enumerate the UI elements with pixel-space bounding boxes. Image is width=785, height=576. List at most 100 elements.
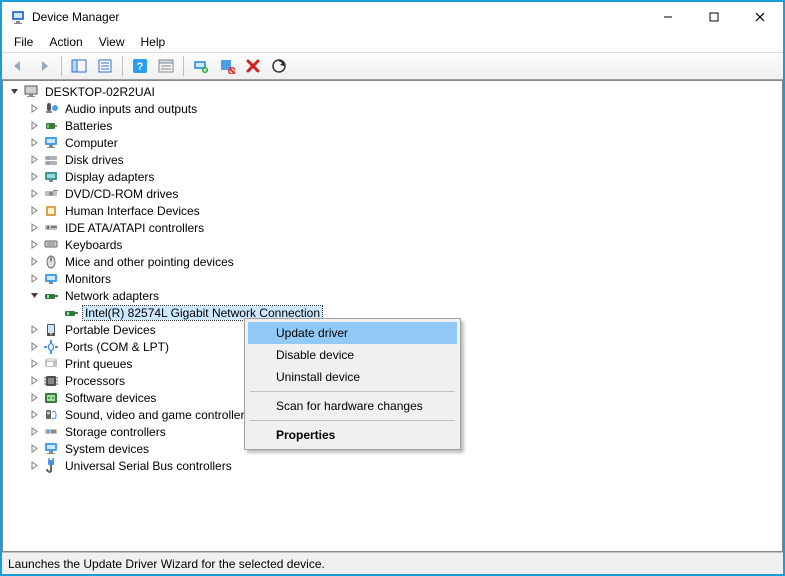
toolbar-separator [122, 56, 123, 76]
context-menu-separator [250, 391, 455, 392]
show-hidden-button[interactable] [154, 54, 178, 78]
category-row[interactable]: Batteries [23, 117, 782, 134]
chevron-right-icon[interactable] [27, 204, 41, 218]
category-label: Ports (COM & LPT) [63, 340, 171, 354]
category-icon [43, 424, 59, 440]
category-label: Display adapters [63, 170, 156, 184]
context-menu-separator [250, 420, 455, 421]
menu-view[interactable]: View [91, 33, 133, 51]
chevron-right-icon[interactable] [27, 221, 41, 235]
chevron-right-icon[interactable] [27, 340, 41, 354]
category-label: Software devices [63, 391, 158, 405]
window-title: Device Manager [32, 10, 119, 24]
chevron-right-icon[interactable] [27, 153, 41, 167]
chevron-right-icon[interactable] [27, 425, 41, 439]
close-button[interactable] [737, 2, 783, 32]
chevron-right-icon[interactable] [27, 170, 41, 184]
properties-button[interactable] [93, 54, 117, 78]
category-row[interactable]: Audio inputs and outputs [23, 100, 782, 117]
chevron-right-icon[interactable] [27, 459, 41, 473]
chevron-right-icon[interactable] [27, 255, 41, 269]
context-disable-device[interactable]: Disable device [248, 344, 457, 366]
menu-help[interactable]: Help [133, 33, 174, 51]
computer-icon [23, 84, 39, 100]
chevron-right-icon[interactable] [27, 408, 41, 422]
menu-file[interactable]: File [6, 33, 41, 51]
category-label: Human Interface Devices [63, 204, 202, 218]
category-row[interactable]: Monitors [23, 270, 782, 287]
category-row[interactable]: Keyboards [23, 236, 782, 253]
category-icon [43, 220, 59, 236]
chevron-right-icon[interactable] [27, 102, 41, 116]
category-icon [43, 458, 59, 474]
maximize-button[interactable] [691, 2, 737, 32]
category-icon [43, 186, 59, 202]
uninstall-button[interactable] [241, 54, 265, 78]
chevron-right-icon[interactable] [27, 391, 41, 405]
help-button[interactable]: ? [128, 54, 152, 78]
category-label: IDE ATA/ATAPI controllers [63, 221, 206, 235]
category-row[interactable]: Computer [23, 134, 782, 151]
category-icon [43, 237, 59, 253]
chevron-right-icon[interactable] [27, 238, 41, 252]
category-label: Portable Devices [63, 323, 158, 337]
category-label: Sound, video and game controllers [63, 408, 252, 422]
category-label: Print queues [63, 357, 134, 371]
category-row[interactable]: IDE ATA/ATAPI controllers [23, 219, 782, 236]
scan-button[interactable] [267, 54, 291, 78]
chevron-right-icon[interactable] [27, 136, 41, 150]
category-icon [43, 135, 59, 151]
context-update-driver[interactable]: Update driver [248, 322, 457, 344]
category-label: Processors [63, 374, 127, 388]
category-label: Storage controllers [63, 425, 168, 439]
menu-action[interactable]: Action [41, 33, 90, 51]
category-row[interactable]: Disk drives [23, 151, 782, 168]
context-scan-hardware[interactable]: Scan for hardware changes [248, 395, 457, 417]
device-tree-panel[interactable]: DESKTOP-02R2UAI Audio inputs and outputs… [2, 80, 783, 552]
category-label: Keyboards [63, 238, 124, 252]
category-row[interactable]: Network adapters [23, 287, 782, 304]
chevron-right-icon[interactable] [27, 187, 41, 201]
window-controls [645, 2, 783, 32]
category-row[interactable]: Universal Serial Bus controllers [23, 457, 782, 474]
device-manager-window: Device Manager File Action View Help [0, 0, 785, 576]
chevron-right-icon[interactable] [27, 357, 41, 371]
app-icon [10, 9, 26, 25]
category-label: System devices [63, 442, 151, 456]
chevron-down-icon[interactable] [27, 289, 41, 303]
category-icon [43, 390, 59, 406]
context-uninstall-device[interactable]: Uninstall device [248, 366, 457, 388]
category-icon [43, 169, 59, 185]
chevron-down-icon[interactable] [7, 85, 21, 99]
category-row[interactable]: Mice and other pointing devices [23, 253, 782, 270]
toolbar: ? [2, 52, 783, 80]
show-hide-tree-button[interactable] [67, 54, 91, 78]
context-properties[interactable]: Properties [248, 424, 457, 446]
root-node[interactable]: DESKTOP-02R2UAI [3, 83, 782, 100]
category-icon [43, 322, 59, 338]
menu-bar: File Action View Help [2, 32, 783, 52]
chevron-right-icon[interactable] [27, 374, 41, 388]
category-icon [43, 288, 59, 304]
minimize-button[interactable] [645, 2, 691, 32]
category-icon [43, 118, 59, 134]
category-row[interactable]: DVD/CD-ROM drives [23, 185, 782, 202]
back-button [6, 54, 30, 78]
disable-device-button[interactable] [215, 54, 239, 78]
chevron-right-icon[interactable] [27, 119, 41, 133]
category-icon [43, 441, 59, 457]
chevron-right-icon[interactable] [27, 323, 41, 337]
chevron-right-icon[interactable] [27, 442, 41, 456]
category-row[interactable]: Human Interface Devices [23, 202, 782, 219]
category-icon [43, 254, 59, 270]
update-driver-button[interactable] [189, 54, 213, 78]
title-bar: Device Manager [2, 2, 783, 32]
category-label: DVD/CD-ROM drives [63, 187, 180, 201]
category-row[interactable]: Display adapters [23, 168, 782, 185]
category-label: Network adapters [63, 289, 161, 303]
category-label: Audio inputs and outputs [63, 102, 199, 116]
toolbar-separator [61, 56, 62, 76]
category-icon [43, 373, 59, 389]
category-icon [43, 271, 59, 287]
chevron-right-icon[interactable] [27, 272, 41, 286]
